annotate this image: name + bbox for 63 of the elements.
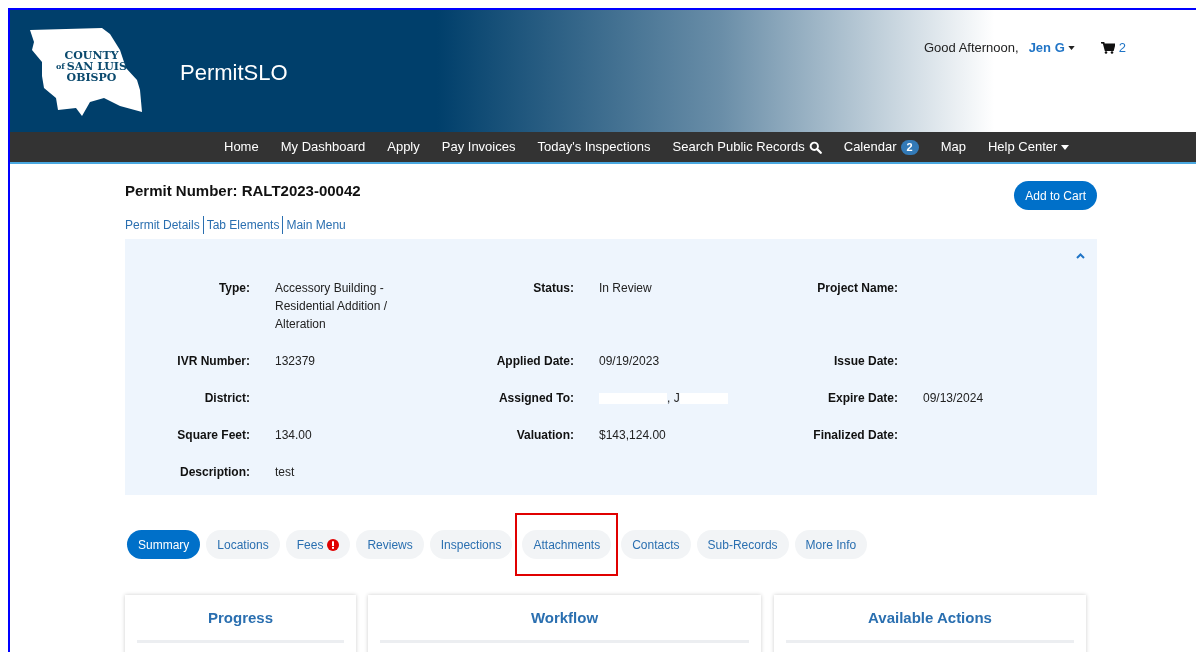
tab[interactable]: Attachments — [522, 530, 612, 559]
logo-text: SAN LUIS — [66, 61, 127, 72]
tab[interactable]: Reviews — [356, 530, 424, 559]
field-value: 09/13/2024 — [923, 390, 985, 407]
field-value: 134.00 — [275, 427, 313, 444]
panel-title: Progress — [137, 607, 344, 643]
field-value: , J — [667, 390, 680, 407]
field-label: Square Feet: — [176, 427, 251, 444]
nav-link[interactable]: Calendar 2 — [843, 137, 919, 157]
field-label: District: — [203, 390, 251, 407]
panel-title: Available Actions — [786, 607, 1074, 643]
tab[interactable]: Summary — [127, 530, 201, 559]
nav-link[interactable]: Today's Inspections — [537, 137, 651, 157]
tab[interactable]: Contacts — [621, 530, 691, 559]
nav-link[interactable]: My Dashboard — [280, 137, 366, 157]
tab[interactable]: Locations — [206, 530, 280, 559]
chevron-icon — [1076, 253, 1085, 259]
breadcrumb-link[interactable]: Permit Details — [125, 216, 200, 234]
field-label: IVR Number: — [176, 353, 251, 370]
site-title: PermitSLO — [180, 58, 288, 87]
tab[interactable]: Inspections — [429, 530, 513, 559]
caret-icon — [1061, 144, 1070, 150]
field-label: Type: — [217, 280, 251, 297]
field-label: Valuation: — [515, 427, 575, 444]
panel-title: Workflow — [380, 607, 749, 643]
nav-link[interactable]: Pay Invoices — [441, 137, 516, 157]
tab[interactable]: Fees — [285, 530, 351, 559]
field-label: Description: — [179, 464, 251, 481]
field-label: Project Name: — [816, 280, 899, 297]
nav-link[interactable]: Help Center — [987, 137, 1070, 157]
logo-text: OBISPO — [66, 72, 117, 83]
nav-link[interactable]: Apply — [387, 137, 420, 157]
field-value: In Review — [599, 280, 653, 297]
breadcrumb-link[interactable]: Main Menu — [282, 216, 346, 234]
field-label: Issue Date: — [832, 353, 899, 370]
field-label: Applied Date: — [495, 353, 575, 370]
caret-icon — [1067, 45, 1075, 50]
cart-icon — [1100, 41, 1115, 54]
nav-link[interactable]: Search Public Records — [672, 137, 822, 157]
add-to-cart-button[interactable]: Add to Cart — [1014, 181, 1097, 210]
field-value: $143,124.00 — [599, 427, 667, 444]
field-label: Expire Date: — [826, 390, 899, 407]
field-label: Finalized Date: — [812, 427, 899, 444]
collapse-button[interactable] — [1076, 253, 1085, 259]
field-value: 09/19/2023 — [599, 353, 661, 370]
logo-text: COUNTY — [64, 50, 119, 61]
logo-text: of — [56, 61, 65, 72]
field-label: Assigned To: — [497, 390, 575, 407]
tab[interactable]: More Info — [794, 530, 868, 559]
nav-link[interactable]: Map — [940, 137, 966, 157]
user-menu[interactable]: Jen G — [1028, 38, 1075, 58]
count-badge: 2 — [900, 139, 919, 155]
search-icon — [808, 140, 822, 154]
field-value: test — [275, 464, 296, 481]
greeting-text: Good Afternoon, — [923, 39, 1019, 57]
tab[interactable]: Sub-Records — [696, 530, 789, 559]
breadcrumb-link[interactable]: Tab Elements — [202, 216, 280, 234]
field-value: 132379 — [275, 353, 317, 370]
cart-link[interactable]: 2 — [1100, 38, 1126, 58]
nav-link[interactable]: Home — [224, 137, 259, 157]
field-label: Status: — [532, 280, 575, 297]
permit-number-heading: Permit Number: RALT2023-00042 — [125, 181, 361, 201]
field-value: Accessory Building - Residential Addition / Alteration — [275, 280, 389, 333]
